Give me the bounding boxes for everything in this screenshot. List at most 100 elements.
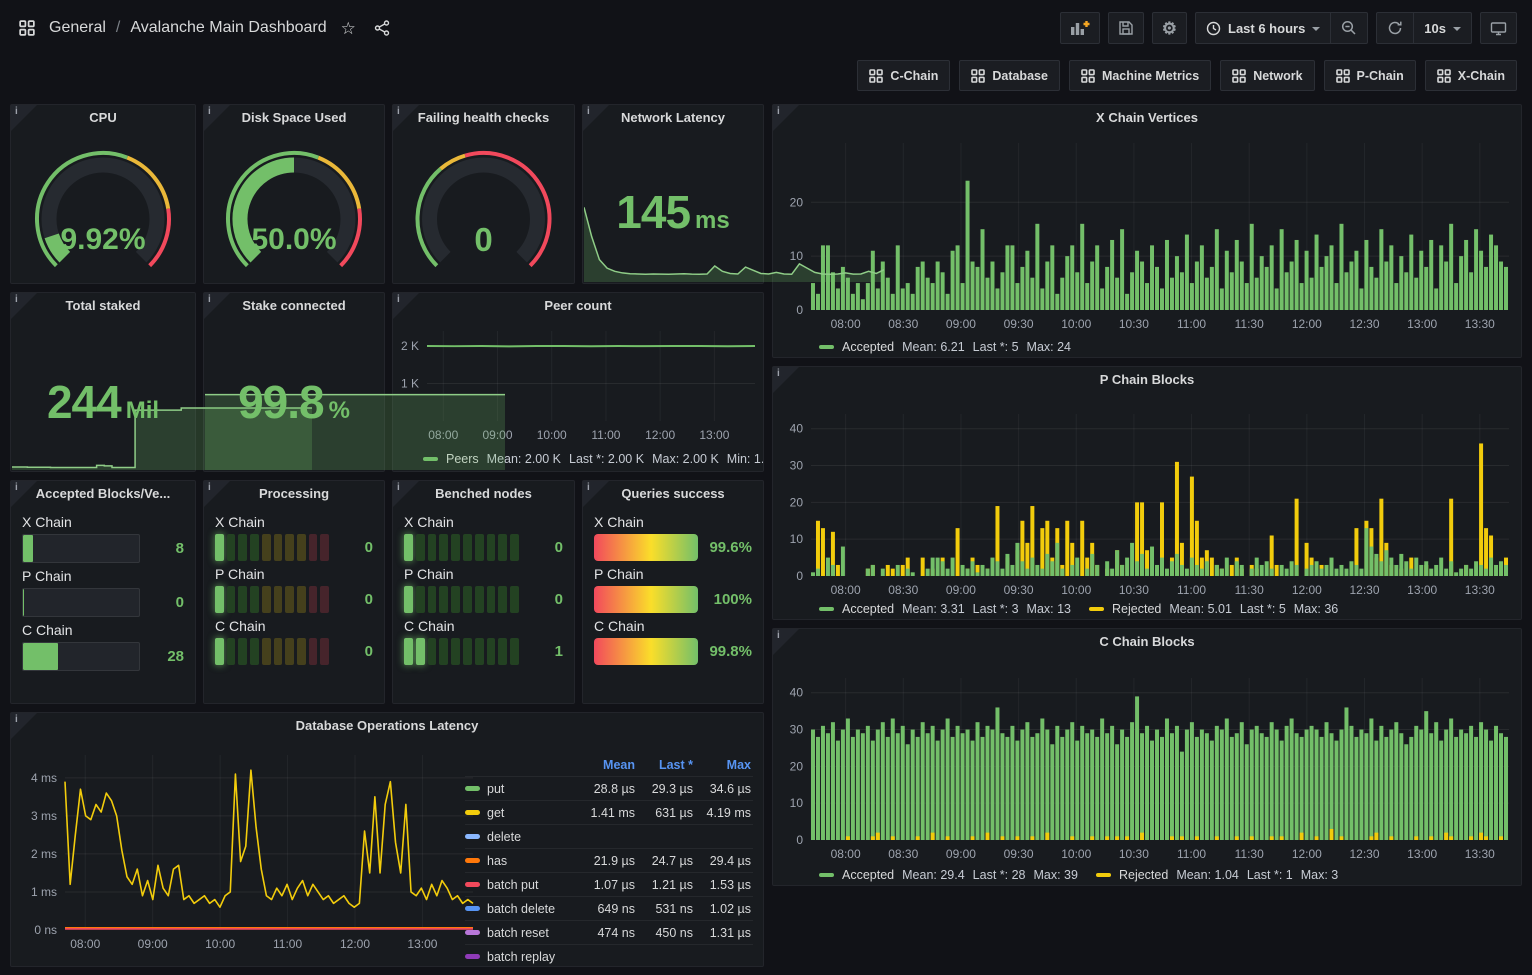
panel-title[interactable]: Stake connected <box>204 293 384 319</box>
lcd-cell <box>510 586 519 613</box>
panel-info-icon[interactable]: i <box>11 293 37 319</box>
stake-connected-value: 99.8% <box>204 375 384 429</box>
panel-title[interactable]: X Chain Vertices <box>773 105 1521 131</box>
legend-table-value: 450 ns <box>635 926 693 940</box>
legend-table-row-get[interactable]: get1.41 ms631 µs4.19 ms <box>465 800 753 824</box>
panel-title[interactable]: Benched nodes <box>393 481 574 507</box>
axis-tick-label: 09:30 <box>1004 317 1034 331</box>
panel-info-icon[interactable]: i <box>583 105 609 131</box>
panel-title[interactable]: Network Latency <box>583 105 763 131</box>
x-chain-vertices-chart: 08:0008:3009:0009:3010:0010:3011:0011:30… <box>773 131 1523 335</box>
dashboard-settings-button[interactable]: ⚙ <box>1152 12 1187 44</box>
dashboard-link-x-chain[interactable]: X-Chain <box>1425 60 1517 91</box>
panel-info-icon[interactable]: i <box>204 293 230 319</box>
axis-tick-label: 11:00 <box>1177 317 1206 331</box>
panel-info-icon[interactable]: i <box>583 481 609 507</box>
panel-title[interactable]: Queries success <box>583 481 763 507</box>
dashboards-grid-icon[interactable] <box>15 16 39 40</box>
lcd-cell <box>297 534 306 561</box>
time-range-picker[interactable]: Last 6 hours <box>1196 13 1330 43</box>
panel-info-icon[interactable]: i <box>393 293 419 319</box>
axis-tick-label: 10:30 <box>1119 583 1149 597</box>
navbar: General / Avalanche Main Dashboard ☆ ⚙ <box>0 0 1532 56</box>
dashboard-links-row: C-Chain Database Machine Metrics Network P-C… <box>857 60 1517 91</box>
legend-table-column[interactable]: Last * <box>635 758 693 772</box>
legend-item-accepted[interactable]: AcceptedMean: 29.4Last *: 28Max: 39 <box>819 868 1078 882</box>
panel-title[interactable]: CPU <box>11 105 195 131</box>
zoom-out-button[interactable] <box>1330 13 1367 43</box>
lcd-cell <box>428 586 437 613</box>
legend-table-column[interactable]: Mean <box>577 758 635 772</box>
panel-stake-connected: i Stake connected 99.8% <box>203 292 385 472</box>
breadcrumb-section[interactable]: General <box>49 19 106 37</box>
dashboard-link-c-chain[interactable]: C-Chain <box>857 60 950 91</box>
legend-table-row-batch-replay[interactable]: batch replay <box>465 944 753 968</box>
legend-table-value: 1.31 µs <box>693 926 751 940</box>
panel-title[interactable]: Database Operations Latency <box>11 713 763 739</box>
dashboard-link-p-chain[interactable]: P-Chain <box>1324 60 1416 91</box>
legend-table-row-batch-delete[interactable]: batch delete649 ns531 ns1.02 µs <box>465 896 753 920</box>
legend-item-rejected[interactable]: RejectedMean: 1.04Last *: 1Max: 3 <box>1096 868 1338 882</box>
legend-table-value: 4.19 ms <box>693 806 751 820</box>
panel-info-icon[interactable]: i <box>11 481 37 507</box>
lcd-cell <box>320 638 329 665</box>
panel-info-icon[interactable]: i <box>393 481 419 507</box>
star-icon[interactable]: ☆ <box>337 16 360 41</box>
chain-value: 0 <box>529 539 563 556</box>
legend-table-row-has[interactable]: has21.9 µs24.7 µs29.4 µs <box>465 848 753 872</box>
panel-info-icon[interactable]: i <box>773 629 799 655</box>
legend-table-row-batch-put[interactable]: batch put1.07 µs1.21 µs1.53 µs <box>465 872 753 896</box>
axis-tick-label: 09:30 <box>1004 583 1034 597</box>
chevron-down-icon <box>1312 27 1320 31</box>
panel-title[interactable]: Total staked <box>11 293 195 319</box>
panel-info-icon[interactable]: i <box>773 367 799 393</box>
chain-label: C Chain <box>215 618 373 634</box>
lcd-cell <box>309 534 318 561</box>
panel-info-icon[interactable]: i <box>393 105 419 131</box>
legend-table-column[interactable]: Max <box>693 758 751 772</box>
chain-value: 0 <box>339 539 373 556</box>
save-dashboard-button[interactable] <box>1108 12 1144 44</box>
panel-info-icon[interactable]: i <box>773 105 799 131</box>
panel-info-icon[interactable]: i <box>204 481 230 507</box>
panel-title[interactable]: C Chain Blocks <box>773 629 1521 655</box>
add-panel-button[interactable] <box>1060 12 1100 44</box>
axis-tick-label: 0 <box>796 569 803 583</box>
dashboard-link-network[interactable]: Network <box>1220 60 1314 91</box>
panel-info-icon[interactable]: i <box>11 713 37 739</box>
legend-table-row-delete[interactable]: delete <box>465 824 753 848</box>
legend-swatch <box>465 834 480 839</box>
panel-health-checks: i Failing health checks 0 <box>392 104 575 284</box>
lcd-cell <box>404 638 413 665</box>
total-staked-value: 244Mil <box>11 375 195 429</box>
axis-tick-label: 13:30 <box>1465 317 1495 331</box>
refresh-button[interactable] <box>1377 13 1413 43</box>
panel-title[interactable]: Peer count <box>393 293 763 319</box>
axis-tick-label: 11:30 <box>1235 317 1264 331</box>
axis-tick-label: 0 <box>796 303 803 317</box>
legend-item-accepted[interactable]: AcceptedMean: 3.31Last *: 3Max: 13 <box>819 602 1071 616</box>
chain-label: X Chain <box>22 514 184 530</box>
legend-item-rejected[interactable]: RejectedMean: 5.01Last *: 5Max: 36 <box>1089 602 1338 616</box>
kiosk-mode-button[interactable] <box>1480 12 1517 44</box>
time-range-label: Last 6 hours <box>1228 21 1305 36</box>
panel-title[interactable]: P Chain Blocks <box>773 367 1521 393</box>
legend-table-row-batch-reset[interactable]: batch reset474 ns450 ns1.31 µs <box>465 920 753 944</box>
breadcrumb-title[interactable]: Avalanche Main Dashboard <box>130 19 326 37</box>
panel-queries-success: i Queries success X Chain99.6%P Chain100… <box>582 480 764 704</box>
legend-item-accepted[interactable]: AcceptedMean: 6.21Last *: 5Max: 24 <box>819 340 1071 354</box>
refresh-interval-picker[interactable]: 10s <box>1413 13 1471 43</box>
grafana-dashboard: General / Avalanche Main Dashboard ☆ ⚙ <box>0 0 1532 975</box>
panel-info-icon[interactable]: i <box>11 105 37 131</box>
share-icon[interactable] <box>370 16 394 40</box>
lcd-cell <box>227 586 236 613</box>
legend-table-row-put[interactable]: put28.8 µs29.3 µs34.6 µs <box>465 776 753 800</box>
panel-title[interactable]: Disk Space Used <box>204 105 384 131</box>
panel-title[interactable]: Accepted Blocks/Ve... <box>11 481 195 507</box>
dashboard-link-database[interactable]: Database <box>959 60 1060 91</box>
lcd-cell <box>250 586 259 613</box>
panel-title[interactable]: Processing <box>204 481 384 507</box>
panel-title[interactable]: Failing health checks <box>393 105 574 131</box>
dashboard-link-machine-metrics[interactable]: Machine Metrics <box>1069 60 1211 91</box>
panel-info-icon[interactable]: i <box>204 105 230 131</box>
